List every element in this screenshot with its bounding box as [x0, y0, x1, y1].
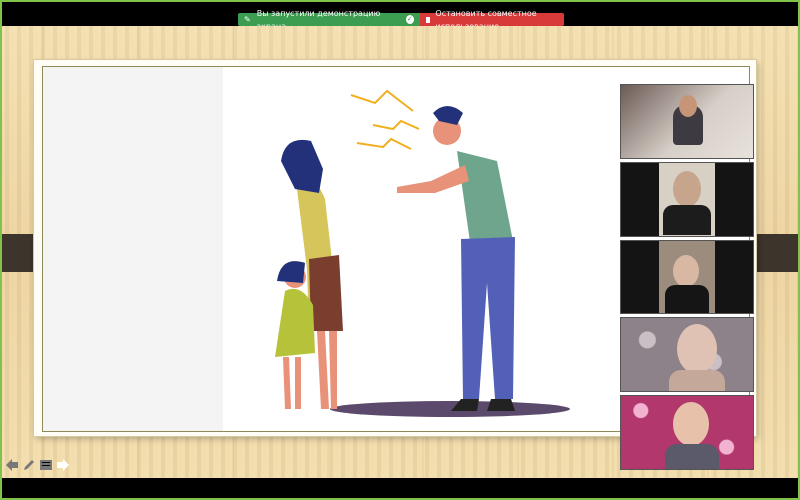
bottom-bar: [2, 478, 798, 498]
screen-share-indicator: ✎ Вы запустили демонстрацию экрана ✓ Ост…: [238, 9, 564, 31]
family-conflict-illustration: [275, 89, 570, 417]
slide-margin: [43, 67, 223, 431]
forward-arrow-icon[interactable]: [55, 457, 70, 472]
participant-video[interactable]: [620, 239, 754, 315]
anger-lines: [350, 89, 420, 150]
next-slide-tab[interactable]: [754, 234, 798, 272]
participant-video[interactable]: [620, 161, 754, 237]
stop-share-button[interactable]: Остановить совместное использование: [420, 9, 564, 31]
man-figure: [397, 106, 515, 411]
share-icon: ✎: [244, 15, 251, 24]
participant-face: [673, 402, 709, 447]
participant-face: [679, 95, 697, 117]
participant-silhouette: [665, 444, 719, 469]
top-bar: ✎ Вы запустили демонстрацию экрана ✓ Ост…: [2, 2, 798, 31]
participant-video[interactable]: [620, 317, 754, 393]
zoom-screen-share-window: ✎ Вы запустили демонстрацию экрана ✓ Ост…: [0, 0, 800, 500]
pen-icon[interactable]: [21, 457, 36, 472]
slide-toolbar: [4, 457, 70, 472]
participant-video[interactable]: [620, 395, 754, 470]
share-status: ✎ Вы запустили демонстрацию экрана ✓: [238, 9, 420, 31]
participant-face: [673, 254, 699, 287]
participant-silhouette: [665, 284, 709, 314]
participant-gallery: [620, 84, 754, 470]
participant-silhouette: [669, 370, 725, 392]
participant-face: [673, 170, 701, 207]
stop-icon: [426, 16, 431, 23]
participant-silhouette: [663, 204, 711, 235]
participant-video[interactable]: [620, 84, 754, 159]
back-arrow-icon[interactable]: [4, 457, 19, 472]
shield-icon: ✓: [405, 15, 414, 24]
participant-face: [677, 324, 717, 375]
slide-background: [2, 26, 798, 478]
notes-icon[interactable]: [38, 457, 53, 472]
shadow: [330, 401, 570, 417]
